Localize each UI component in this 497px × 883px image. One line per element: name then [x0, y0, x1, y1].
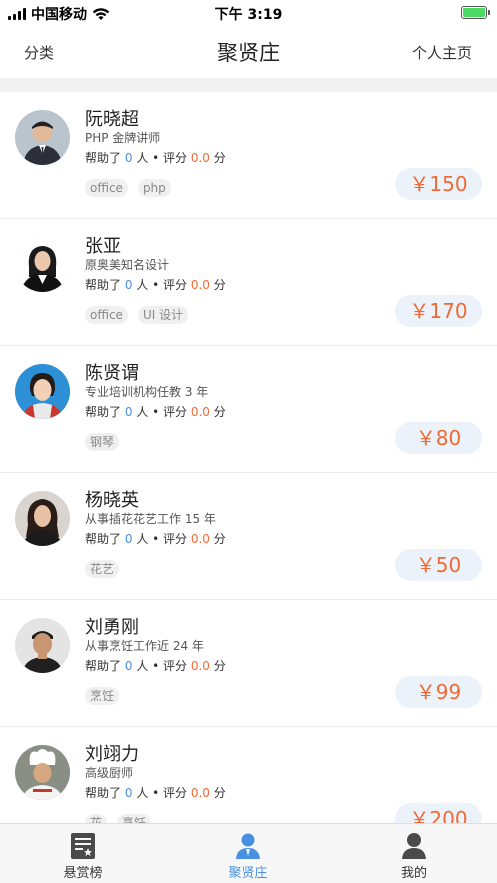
tag-list: 花 烹饪 [85, 814, 152, 823]
avatar [15, 364, 70, 419]
tab-label: 聚贤庄 [228, 866, 268, 881]
profile-home-button[interactable]: 个人主页 [412, 42, 472, 63]
helped-count: 0 [124, 786, 133, 800]
list-item[interactable]: 刘勇刚 从事烹饪工作近 24 年 帮助了 0 人 • 评分 0.0 分 烹饪 ￥… [0, 600, 497, 727]
tag-list: 花艺 [85, 560, 120, 578]
price-button[interactable]: ￥150 [395, 168, 482, 200]
section-gap [0, 78, 497, 92]
expert-name: 张亚 [85, 236, 121, 257]
expert-name: 杨晓英 [85, 490, 139, 511]
expert-name: 刘勇刚 [85, 617, 139, 638]
helped-count: 0 [124, 151, 133, 165]
tab-bounty-board[interactable]: 悬赏榜 [23, 824, 143, 883]
tag[interactable]: office [85, 179, 128, 197]
expert-title: 高级厨师 [85, 766, 134, 780]
score-value: 0.0 [190, 659, 210, 673]
price-button[interactable]: ￥80 [395, 422, 482, 454]
status-bar: 中国移动 下午 3:19 [0, 0, 497, 26]
expert-stats: 帮助了 0 人 • 评分 0.0 分 [85, 151, 226, 165]
expert-stats: 帮助了 0 人 • 评分 0.0 分 [85, 405, 226, 419]
list-item[interactable]: 刘翊力 高级厨师 帮助了 0 人 • 评分 0.0 分 花 烹饪 ￥200 [0, 727, 497, 823]
tag[interactable]: UI 设计 [137, 306, 189, 324]
expert-list[interactable]: 阮晓超 PHP 金牌讲师 帮助了 0 人 • 评分 0.0 分 office p… [0, 92, 497, 823]
helped-count: 0 [124, 278, 133, 292]
list-item[interactable]: 陈贤谓 专业培训机构任教 3 年 帮助了 0 人 • 评分 0.0 分 钢琴 ￥… [0, 346, 497, 473]
nav-bar: 分类 聚贤庄 个人主页 [0, 26, 497, 78]
battery-icon [461, 6, 490, 19]
status-time: 下午 3:19 [214, 7, 283, 23]
avatar [15, 110, 70, 165]
score-value: 0.0 [190, 151, 210, 165]
helped-count: 0 [124, 532, 133, 546]
tag[interactable]: 烹饪 [117, 814, 152, 823]
avatar [15, 618, 70, 673]
experts-icon [236, 833, 260, 859]
tag[interactable]: 花 [85, 814, 108, 823]
score-value: 0.0 [190, 532, 210, 546]
list-item[interactable]: 阮晓超 PHP 金牌讲师 帮助了 0 人 • 评分 0.0 分 office p… [0, 92, 497, 219]
tag[interactable]: 钢琴 [85, 433, 120, 451]
tag[interactable]: office [85, 306, 128, 324]
tag[interactable]: php [137, 179, 171, 197]
helped-count: 0 [124, 659, 133, 673]
avatar [15, 237, 70, 292]
tag[interactable]: 花艺 [85, 560, 120, 578]
score-value: 0.0 [190, 786, 210, 800]
expert-title: 专业培训机构任教 3 年 [85, 385, 209, 399]
tab-label: 悬赏榜 [63, 866, 103, 881]
list-item[interactable]: 杨晓英 从事插花花艺工作 15 年 帮助了 0 人 • 评分 0.0 分 花艺 … [0, 473, 497, 600]
tag-list: office php [85, 179, 171, 197]
tag-list: office UI 设计 [85, 306, 189, 324]
tab-experts[interactable]: 聚贤庄 [188, 824, 308, 883]
price-button[interactable]: ￥99 [395, 676, 482, 708]
tab-bar: 悬赏榜 聚贤庄 我的 [0, 823, 497, 883]
expert-title: 原奥美知名设计 [85, 258, 170, 272]
expert-stats: 帮助了 0 人 • 评分 0.0 分 [85, 786, 226, 800]
score-value: 0.0 [190, 405, 210, 419]
score-value: 0.0 [190, 278, 210, 292]
list-item[interactable]: 张亚 原奥美知名设计 帮助了 0 人 • 评分 0.0 分 office UI … [0, 219, 497, 346]
price-button[interactable]: ￥200 [395, 803, 482, 823]
expert-stats: 帮助了 0 人 • 评分 0.0 分 [85, 278, 226, 292]
avatar [15, 745, 70, 800]
helped-count: 0 [124, 405, 133, 419]
tab-mine[interactable]: 我的 [354, 824, 474, 883]
tag-list: 钢琴 [85, 433, 120, 451]
price-button[interactable]: ￥50 [395, 549, 482, 581]
expert-stats: 帮助了 0 人 • 评分 0.0 分 [85, 532, 226, 546]
tag[interactable]: 烹饪 [85, 687, 120, 705]
price-button[interactable]: ￥170 [395, 295, 482, 327]
avatar [15, 491, 70, 546]
expert-title: 从事烹饪工作近 24 年 [85, 639, 204, 653]
expert-title: 从事插花花艺工作 15 年 [85, 512, 216, 526]
expert-name: 陈贤谓 [85, 363, 139, 384]
expert-name: 阮晓超 [85, 109, 139, 130]
tag-list: 烹饪 [85, 687, 120, 705]
expert-stats: 帮助了 0 人 • 评分 0.0 分 [85, 659, 226, 673]
tab-label: 我的 [400, 866, 427, 881]
expert-name: 刘翊力 [85, 744, 139, 765]
profile-icon [402, 833, 426, 859]
bounty-board-icon [71, 833, 95, 859]
expert-title: PHP 金牌讲师 [85, 131, 161, 145]
